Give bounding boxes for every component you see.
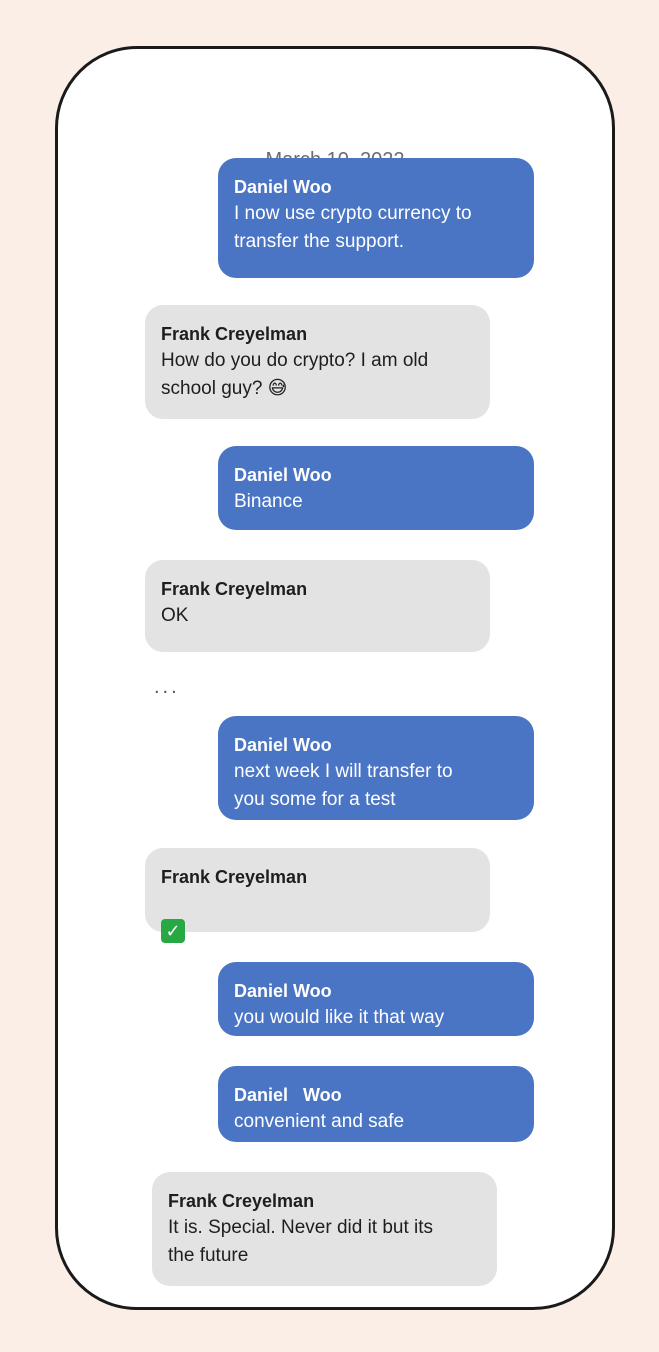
message-bubble-outgoing[interactable]: Daniel Woo next week I will transfer to … bbox=[218, 716, 534, 820]
message-text: How do you do crypto? I am old school gu… bbox=[161, 350, 429, 399]
message-bubble-incoming[interactable]: Frank Creyelman ✓ bbox=[145, 848, 490, 943]
message-text: you would like it that way bbox=[234, 1007, 445, 1028]
message-bubble-outgoing[interactable]: Daniel Woo you would like it that way bbox=[218, 962, 534, 1036]
message-sender: Daniel Woo bbox=[234, 981, 332, 1001]
message-sender: Frank Creyelman bbox=[168, 1191, 315, 1211]
message-text: I now use crypto currency to transfer th… bbox=[234, 203, 472, 252]
message-bubble-outgoing[interactable]: Daniel Woo Binance bbox=[218, 446, 534, 530]
message-sender: Frank Creyelman bbox=[161, 324, 308, 344]
message-bubble-incoming[interactable]: Frank Creyelman How do you do crypto? I … bbox=[145, 305, 490, 419]
message-sender: Daniel Woo bbox=[234, 1085, 342, 1105]
message-bubble-outgoing[interactable]: Daniel Woo I now use crypto currency to … bbox=[218, 158, 534, 278]
message-text: OK bbox=[161, 605, 189, 626]
message-sender: Daniel Woo bbox=[234, 735, 332, 755]
check-mark-icon: ✓ bbox=[161, 919, 185, 943]
ellipsis-separator: ... bbox=[154, 676, 180, 698]
message-text: It is. Special. Never did it but its the… bbox=[168, 1217, 434, 1266]
message-bubble-incoming[interactable]: Frank Creyelman OK bbox=[145, 560, 490, 652]
message-text: ✓ bbox=[161, 890, 474, 946]
message-text: convenient and safe bbox=[234, 1111, 405, 1132]
message-sender: Frank Creyelman bbox=[161, 579, 308, 599]
message-text: Binance bbox=[234, 491, 303, 512]
message-text: next week I will transfer to you some fo… bbox=[234, 761, 453, 810]
message-sender: Daniel Woo bbox=[234, 465, 332, 485]
message-bubble-outgoing[interactable]: Daniel Woo convenient and safe bbox=[218, 1066, 534, 1142]
message-bubble-incoming[interactable]: Frank Creyelman It is. Special. Never di… bbox=[152, 1172, 497, 1286]
message-sender: Daniel Woo bbox=[234, 177, 332, 197]
message-sender: Frank Creyelman bbox=[161, 867, 308, 887]
